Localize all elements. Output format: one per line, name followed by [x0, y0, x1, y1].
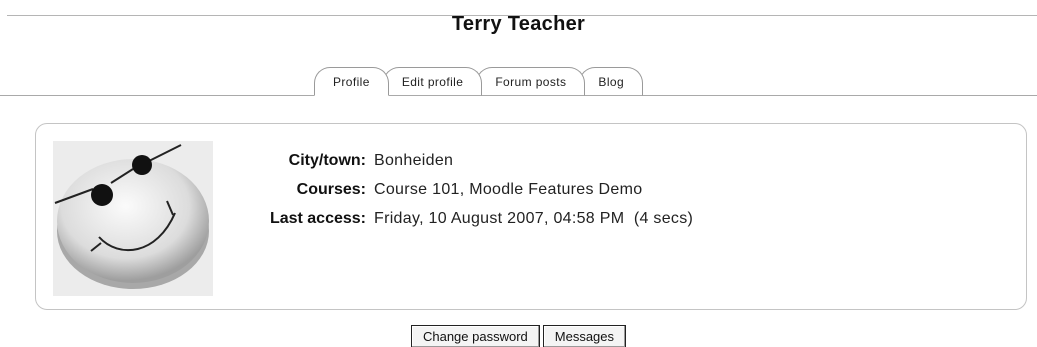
- tab-edit-profile[interactable]: Edit profile: [382, 67, 483, 96]
- tab-forum-posts[interactable]: Forum posts: [476, 67, 586, 96]
- profile-actions: Change password Messages: [0, 325, 1037, 347]
- smiley-face-sunglasses-icon: [53, 141, 213, 296]
- field-label: Last access:: [269, 210, 366, 227]
- tab-blog[interactable]: Blog: [579, 67, 644, 96]
- user-profile-page: Terry Teacher Profile Edit profile Forum…: [0, 0, 1037, 347]
- page-title: Terry Teacher: [451, 13, 586, 35]
- field-value: Bonheiden: [374, 152, 454, 169]
- field-last-access: Last access: Friday, 10 August 2007, 04:…: [226, 204, 693, 233]
- field-city: City/town: Bonheiden: [226, 146, 693, 175]
- field-value[interactable]: Course 101, Moodle Features Demo: [374, 175, 642, 204]
- messages-button[interactable]: Messages: [542, 325, 627, 347]
- tabs: Profile Edit profile Forum posts Blog: [314, 67, 644, 96]
- field-value: Friday, 10 August 2007, 04:58 PM (4 secs…: [374, 210, 694, 227]
- profile-tab-bar: Profile Edit profile Forum posts Blog: [0, 60, 1037, 96]
- profile-info-box: City/town: Bonheiden Courses: Course 101…: [35, 123, 1027, 310]
- profile-fields: City/town: Bonheiden Courses: Course 101…: [226, 146, 693, 233]
- change-password-button[interactable]: Change password: [410, 325, 540, 347]
- field-courses: Courses: Course 101, Moodle Features Dem…: [226, 175, 693, 204]
- field-label: City/town:: [288, 152, 366, 169]
- field-label: Courses:: [296, 181, 366, 198]
- tab-profile[interactable]: Profile: [314, 67, 389, 96]
- avatar-image: [53, 141, 213, 296]
